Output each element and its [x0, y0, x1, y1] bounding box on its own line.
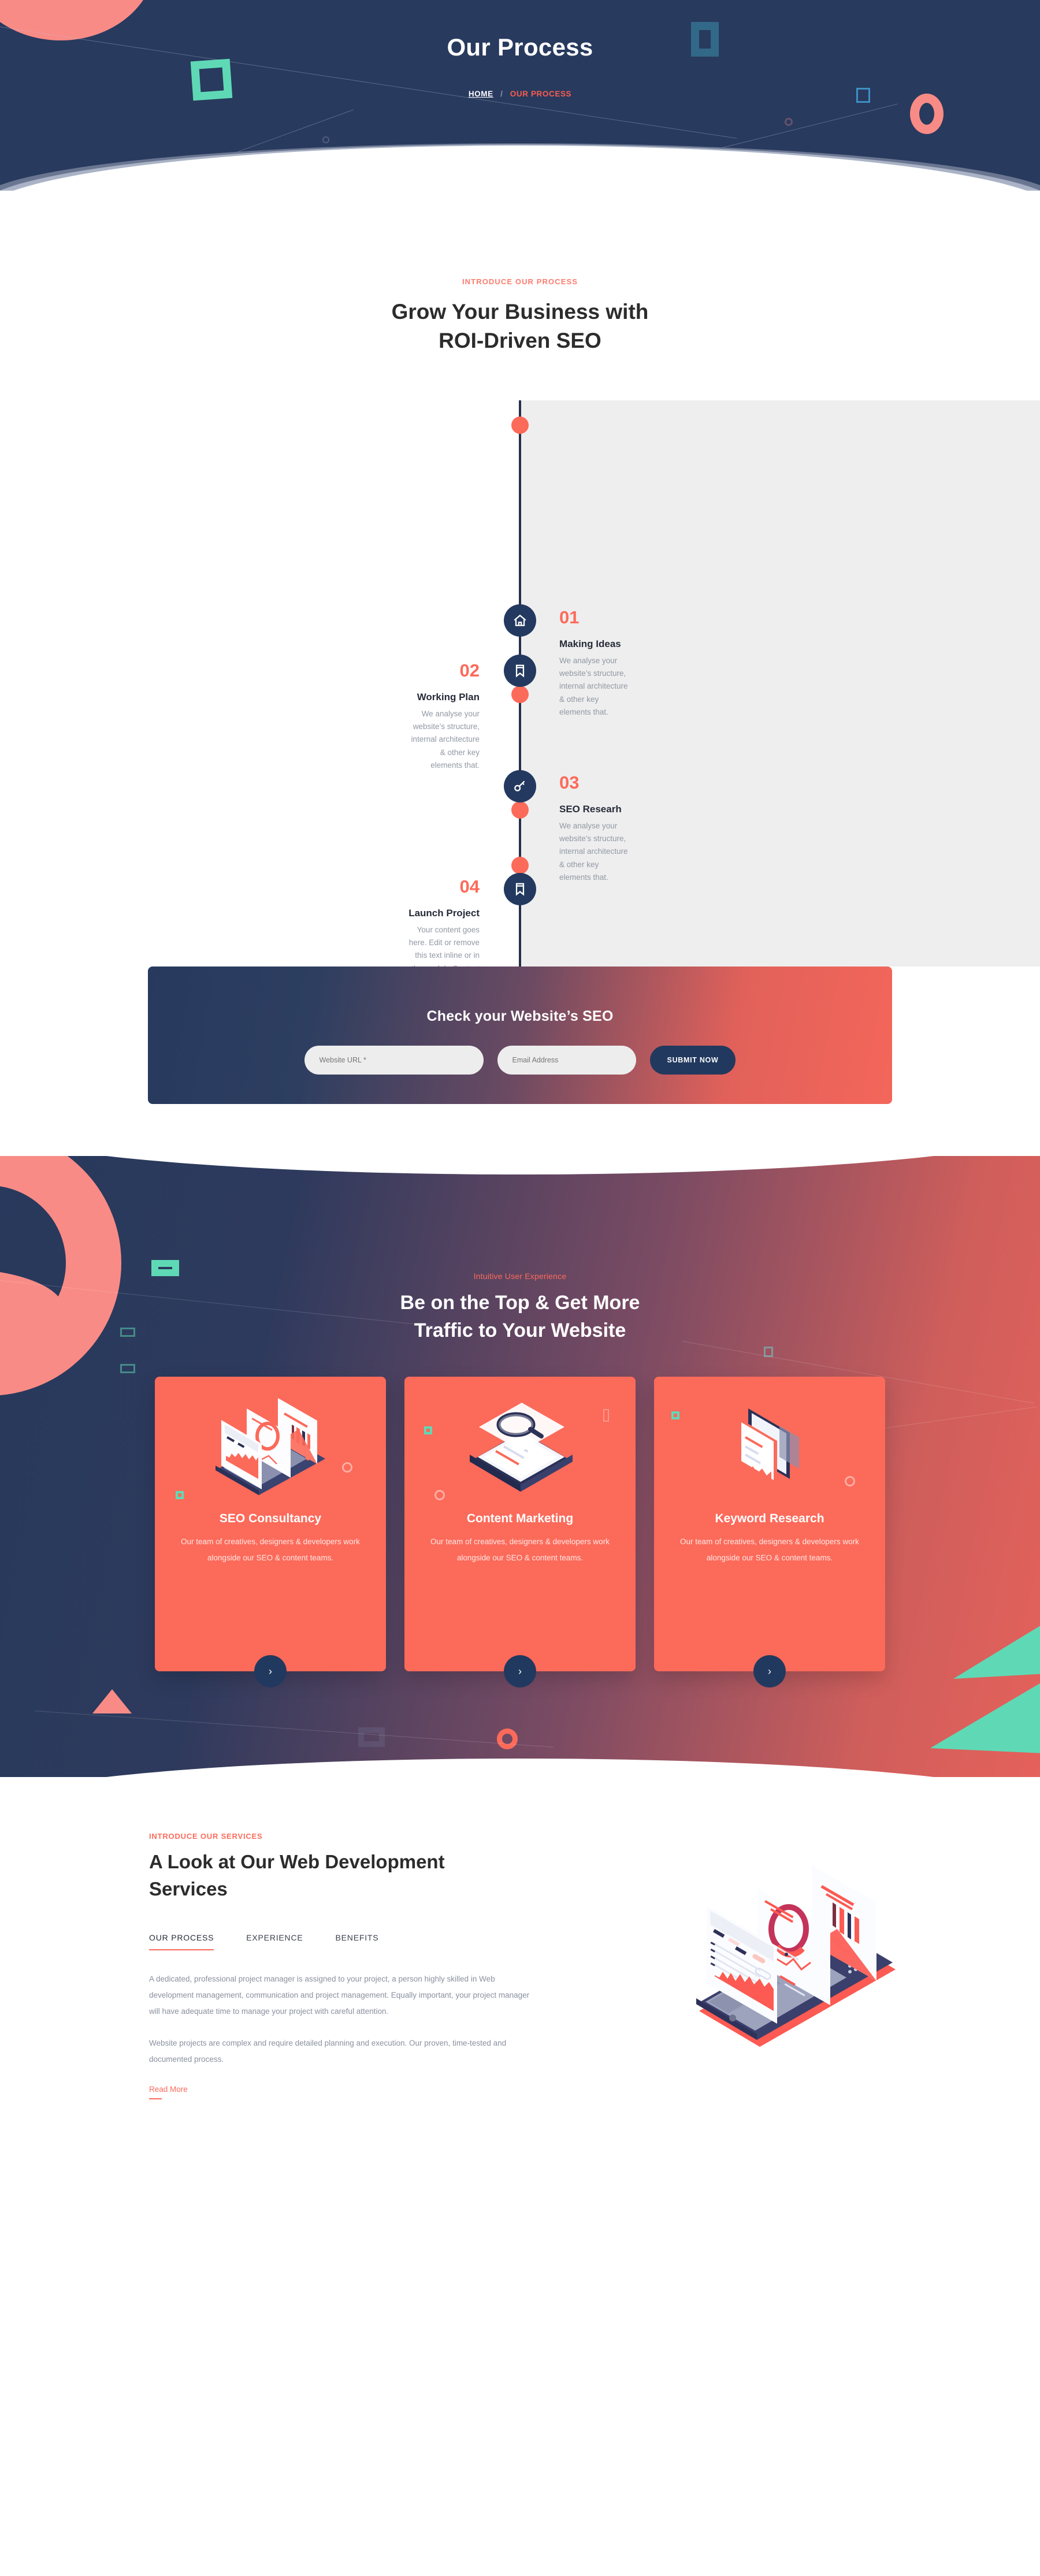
service-card-title: Content Marketing	[466, 1512, 574, 1526]
decor-grey-square	[358, 1727, 385, 1747]
bookmark-icon	[504, 872, 536, 905]
services-banner-header: Intuitive User Experience Be on the Top …	[0, 1156, 1040, 1345]
timeline-step-number: 02	[459, 660, 480, 681]
timeline-step-title: Working Plan	[417, 691, 480, 702]
about-tab-panel: A dedicated, professional project manage…	[149, 1971, 533, 2100]
services-eyebrow: Intuitive User Experience	[473, 1271, 567, 1281]
about-paragraph-2: Website projects are complex and require…	[149, 2038, 507, 2064]
service-card-title: Keyword Research	[715, 1512, 824, 1526]
home-icon	[504, 604, 536, 637]
about-heading: A Look at Our Web Development Services	[149, 1849, 555, 1903]
about-illustration	[555, 1832, 1040, 2099]
timeline-step-description: We analyse your website’s structure, int…	[559, 821, 628, 882]
phone-screens-illustration	[654, 1377, 885, 1510]
decor-salmon-ring	[910, 94, 944, 134]
timeline-step-title: Making Ideas	[559, 638, 621, 649]
service-card-title: SEO Consultancy	[219, 1512, 322, 1526]
seo-check-card: Check your Website’s SEO SUBMIT NOW	[148, 966, 892, 1104]
submit-now-button[interactable]: SUBMIT NOW	[649, 1045, 736, 1075]
chevron-right-icon[interactable]: ›	[254, 1655, 287, 1688]
decor-wave-white	[0, 1758, 1040, 1777]
decor-dot	[322, 136, 329, 143]
intro-eyebrow: INTRODUCE OUR PROCESS	[462, 277, 578, 286]
tab-benefits[interactable]: BENEFITS	[336, 1933, 379, 1950]
about-heading-line2: Services	[149, 1878, 228, 1900]
mobile-analytics-illustration	[696, 1865, 896, 2047]
page-title: Our Process	[447, 34, 593, 61]
timeline-step-description: We analyse your website’s structure, int…	[559, 656, 628, 716]
decor-wave-white	[0, 146, 1040, 191]
service-cards-row: SEO Consultancy Our team of creatives, d…	[0, 1377, 1040, 1688]
service-card-description: Our team of creatives, designers & devel…	[430, 1537, 610, 1563]
about-services-section: INTRODUCE OUR SERVICES A Look at Our Web…	[0, 1776, 1040, 2100]
key-icon	[504, 770, 536, 802]
timeline-dot	[511, 801, 529, 819]
breadcrumb-home-link[interactable]: HOME	[469, 90, 493, 98]
decor-line	[34, 1710, 554, 1748]
timeline-step-title: Launch Project	[408, 907, 480, 919]
timeline-step-number: 01	[559, 607, 580, 627]
service-card[interactable]: SEO Consultancy Our team of creatives, d…	[155, 1377, 386, 1688]
bookmark-icon	[504, 654, 536, 687]
timeline-step-number: 03	[559, 772, 580, 793]
about-paragraph-1: A dedicated, professional project manage…	[149, 1974, 530, 2016]
service-card-description: Our team of creatives, designers & devel…	[680, 1537, 859, 1563]
decor-salmon-ring	[497, 1728, 518, 1749]
decor-outline-square	[120, 1363, 135, 1373]
intro-section: INTRODUCE OUR PROCESS Grow Your Business…	[0, 191, 1040, 355]
decor-outline-square	[603, 1409, 609, 1422]
about-content: INTRODUCE OUR SERVICES A Look at Our Web…	[0, 1831, 555, 2100]
breadcrumb: HOME / OUR PROCESS	[0, 90, 1040, 98]
intro-heading-line1: Grow Your Business with	[391, 300, 649, 324]
service-card[interactable]: Keyword Research Our team of creatives, …	[654, 1377, 885, 1688]
chevron-right-icon[interactable]: ›	[504, 1655, 536, 1688]
timeline-dot	[511, 685, 529, 703]
services-banner-section: Intuitive User Experience Be on the Top …	[0, 1155, 1040, 1777]
seo-check-section: Check your Website’s SEO SUBMIT NOW	[0, 966, 1040, 1104]
decor-triangle	[92, 1689, 132, 1713]
chevron-right-icon[interactable]: ›	[753, 1655, 786, 1688]
process-timeline: 01 Making Ideas We analyse your website’…	[0, 400, 1040, 986]
hero-banner: Our Process HOME / OUR PROCESS	[0, 0, 1040, 191]
services-heading-line1: Be on the Top & Get More	[400, 1291, 640, 1314]
decor-mint-square	[176, 1491, 184, 1500]
services-heading: Be on the Top & Get More Traffic to Your…	[0, 1289, 1040, 1345]
service-card[interactable]: Content Marketing Our team of creatives,…	[404, 1377, 636, 1688]
timeline-dot	[511, 856, 529, 874]
decor-mint-square	[671, 1411, 679, 1420]
decor-mint-square	[424, 1426, 432, 1435]
timeline-step-title: SEO Researh	[559, 803, 622, 815]
timeline-step-description: We analyse your website’s structure, int…	[411, 709, 480, 770]
timeline-step-number: 04	[459, 876, 480, 897]
timeline-start-dot	[511, 416, 529, 434]
seo-check-heading: Check your Website’s SEO	[426, 1008, 614, 1024]
service-card-description: Our team of creatives, designers & devel…	[181, 1537, 360, 1563]
about-tabs: OUR PROCESS EXPERIENCE BENEFITS	[149, 1933, 555, 1950]
read-more-link[interactable]: Read More	[149, 2085, 188, 2100]
intro-heading: Grow Your Business with ROI-Driven SEO	[0, 298, 1040, 355]
email-address-input[interactable]	[497, 1045, 636, 1075]
about-eyebrow: INTRODUCE OUR SERVICES	[149, 1831, 263, 1841]
tab-experience[interactable]: EXPERIENCE	[246, 1933, 303, 1950]
tab-our-process[interactable]: OUR PROCESS	[149, 1933, 214, 1950]
intro-heading-line2: ROI-Driven SEO	[439, 328, 601, 352]
decor-dot	[785, 118, 793, 126]
about-heading-line1: A Look at Our Web Development	[149, 1850, 445, 1872]
breadcrumb-current: OUR PROCESS	[510, 90, 572, 98]
seo-check-form: SUBMIT NOW	[148, 1045, 892, 1075]
dashboard-tablet-illustration	[155, 1377, 386, 1510]
services-heading-line2: Traffic to Your Website	[414, 1319, 626, 1342]
breadcrumb-separator: /	[500, 90, 503, 98]
website-url-input[interactable]	[304, 1045, 484, 1075]
